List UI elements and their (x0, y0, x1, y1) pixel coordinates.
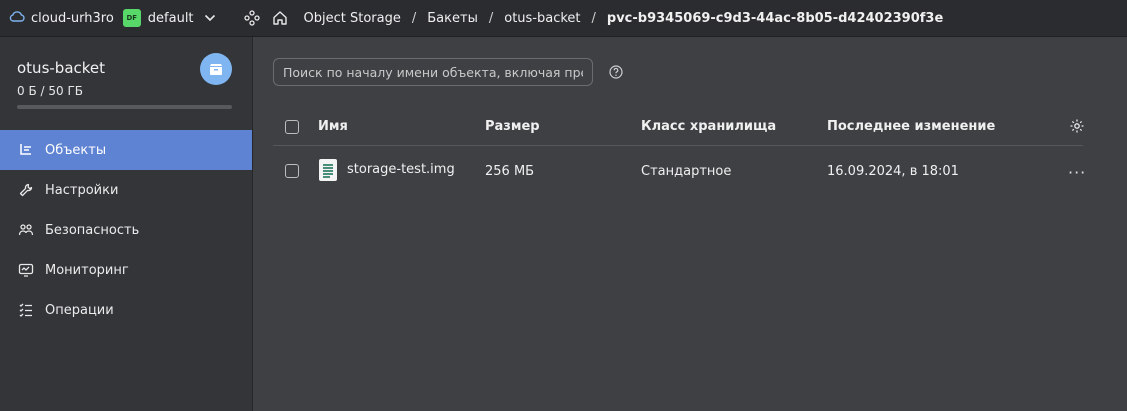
home-icon[interactable] (272, 10, 288, 26)
sidebar-nav: Объекты Настройки Безопасность Мониторин… (0, 130, 252, 330)
breadcrumb-separator: / (488, 10, 494, 26)
help-icon[interactable] (609, 65, 623, 79)
bucket-usage-bar (17, 105, 232, 109)
objects-icon (17, 141, 35, 159)
sidebar-item-objects[interactable]: Объекты (0, 130, 252, 170)
folder-badge-icon: DF (122, 9, 141, 27)
file-name[interactable]: storage-test.img (347, 162, 455, 177)
sidebar-item-settings[interactable]: Настройки (0, 170, 252, 210)
bucket-size: 0 Б / 50 ГБ (17, 84, 83, 98)
search-input[interactable] (273, 58, 593, 86)
row-checkbox[interactable] (285, 164, 299, 178)
top-bar: cloud-urh3ro DF default Object Storage /… (0, 0, 1127, 37)
cloud-selector[interactable]: cloud-urh3ro (9, 10, 114, 26)
services-icon[interactable] (243, 10, 260, 26)
table-header: Имя Размер Класс хранилища Последнее изм… (273, 109, 1085, 146)
table-row[interactable]: storage-test.img 256 МБ Стандартное 16.0… (273, 151, 1086, 191)
bucket-avatar-icon (200, 53, 232, 85)
sidebar-item-label: Безопасность (45, 222, 140, 238)
file-icon (319, 159, 337, 181)
sidebar: otus-backet 0 Б / 50 ГБ Объекты Настройк… (0, 37, 253, 411)
breadcrumb-bucket[interactable]: otus-backet (504, 11, 580, 26)
sidebar-item-label: Настройки (45, 182, 119, 198)
list-check-icon (17, 301, 35, 319)
column-name[interactable]: Имя (318, 119, 348, 134)
cloud-name: cloud-urh3ro (31, 10, 114, 26)
file-modified: 16.09.2024, в 18:01 (827, 164, 959, 179)
breadcrumb-current: pvc-b9345069-c9d3-44ac-8b05-d42402390f3e (606, 10, 944, 26)
users-icon (17, 221, 35, 239)
monitor-icon (17, 261, 35, 279)
select-all-checkbox[interactable] (285, 120, 299, 134)
sidebar-item-label: Операции (45, 302, 114, 318)
sidebar-item-security[interactable]: Безопасность (0, 210, 252, 250)
main-content: Имя Размер Класс хранилища Последнее изм… (253, 37, 1127, 411)
breadcrumb: Object Storage / Бакеты / otus-backet / … (304, 11, 944, 26)
breadcrumb-buckets[interactable]: Бакеты (427, 11, 478, 26)
sidebar-item-operations[interactable]: Операции (0, 290, 252, 330)
gear-icon[interactable] (1069, 118, 1085, 138)
breadcrumb-separator: / (411, 10, 417, 26)
bucket-name: otus-backet (17, 59, 106, 77)
row-menu-icon[interactable]: ··· (1068, 163, 1086, 182)
wrench-icon (17, 181, 35, 199)
sidebar-item-label: Объекты (45, 142, 107, 158)
column-storage-class[interactable]: Класс хранилища (641, 119, 776, 134)
breadcrumb-separator: / (591, 10, 596, 26)
file-storage-class: Стандартное (641, 164, 732, 179)
column-size[interactable]: Размер (485, 119, 540, 134)
column-modified[interactable]: Последнее изменение (827, 119, 995, 134)
file-size: 256 МБ (485, 164, 535, 179)
sidebar-item-monitoring[interactable]: Мониторинг (0, 250, 252, 290)
cloud-icon (9, 10, 25, 26)
breadcrumb-object-storage[interactable]: Object Storage (304, 11, 401, 26)
folder-name[interactable]: default (148, 11, 194, 26)
chevron-down-icon[interactable] (204, 14, 216, 22)
sidebar-item-label: Мониторинг (45, 262, 129, 278)
